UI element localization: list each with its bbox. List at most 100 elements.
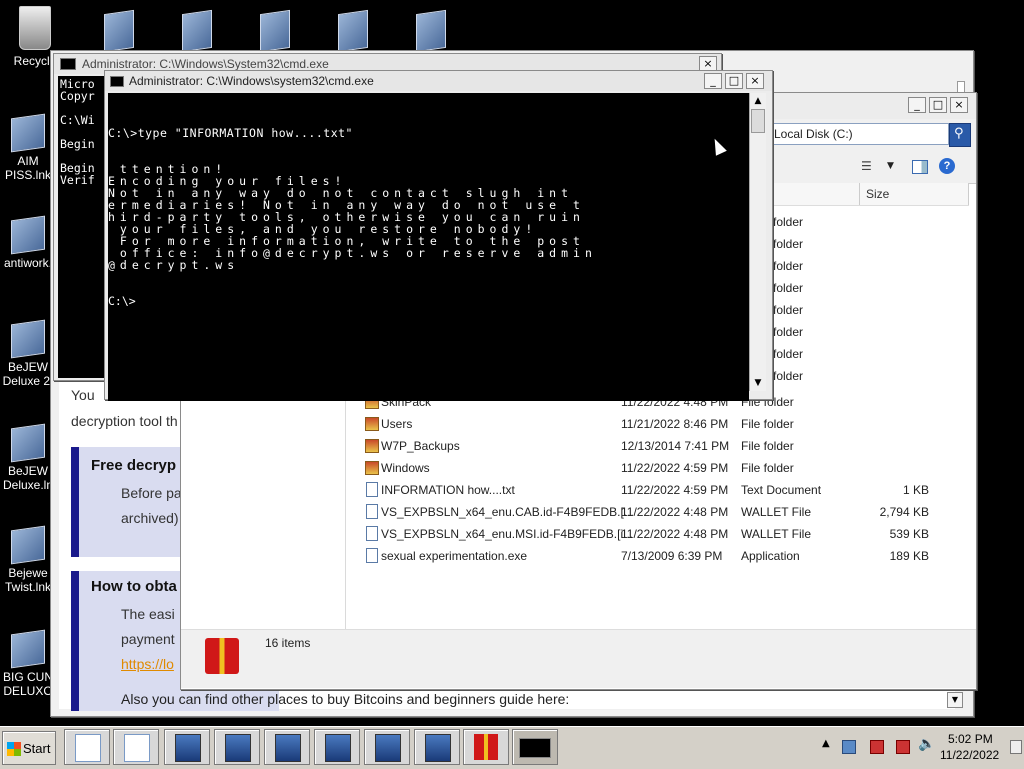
status-bar: 16 items (181, 629, 976, 688)
monitor-icon (275, 734, 301, 762)
bitcoin-link[interactable]: https://lo (121, 656, 174, 672)
cmd-front-console[interactable]: C:\>type "INFORMATION how....txt" ttenti… (108, 93, 749, 401)
start-button[interactable]: Start (2, 731, 56, 765)
column-headers: Size (771, 183, 969, 206)
file-row[interactable]: VS_EXPBSLN_x64_enu.CAB.id-F4B9FEDB.[... 1… (365, 501, 935, 523)
close-button[interactable]: × (746, 73, 764, 89)
close-button[interactable]: × (950, 97, 968, 113)
file-row[interactable]: Users 11/21/2022 8:46 PM File folder (365, 413, 935, 435)
desktop-icon-label: Bejewe Twist.lnk (4, 566, 51, 594)
file-date: 11/21/2022 8:46 PM (621, 417, 729, 431)
volume-icon[interactable]: 🔈 (918, 736, 935, 752)
flag-tray-icon[interactable] (870, 740, 884, 754)
desktop-icon-label: BeJEW Deluxe 2. (2, 360, 54, 388)
minimize-button[interactable]: _ (908, 97, 926, 113)
shortcut-icon (11, 423, 45, 463)
browser-scroll-down-button[interactable]: ▼ (947, 692, 963, 708)
section-heading: Free decryp (91, 457, 177, 474)
desktop-shortcut-antiwork[interactable]: antiwork. (0, 215, 56, 270)
show-hidden-icons-chevron-icon[interactable]: ▲ (822, 738, 830, 749)
document-icon (124, 734, 150, 762)
taskbar-app-4[interactable] (314, 729, 360, 765)
cmd-output-line: @decrypt.ws (108, 258, 240, 272)
taskbar-document-2[interactable] (113, 729, 159, 765)
minimize-button[interactable]: _ (704, 73, 722, 89)
taskbar-app-6[interactable] (414, 729, 460, 765)
file-name: VS_EXPBSLN_x64_enu.MSI.id-F4B9FEDB.[i... (381, 527, 634, 541)
nav-pane-divider (345, 393, 346, 629)
cmd-scrollbar[interactable]: ▲ ▼ (749, 93, 766, 391)
cmd-icon (110, 75, 124, 87)
taskbar-app-2[interactable] (214, 729, 260, 765)
taskbar-cmd[interactable] (512, 729, 558, 765)
item-count: 16 items (265, 636, 311, 650)
scroll-up-arrow-icon[interactable]: ▲ (750, 93, 766, 109)
file-type: File folder (741, 461, 794, 475)
file-name: Windows (381, 461, 430, 475)
view-dropdown-chevron-down-icon[interactable]: ▼ (887, 161, 894, 171)
shortcut-icon-top-4[interactable] (338, 9, 368, 53)
shortcut-icon-top-3[interactable] (260, 9, 290, 53)
shortcut-icon-top-2[interactable] (182, 9, 212, 53)
file-row[interactable]: sexual experimentation.exe 7/13/2009 6:39… (365, 545, 935, 567)
list-item-type: folder (773, 259, 804, 273)
file-size: 539 KB (889, 527, 929, 541)
maximize-button[interactable]: □ (725, 73, 743, 89)
search-button[interactable]: ⚲ (949, 123, 971, 147)
section-heading: How to obta (91, 578, 177, 595)
cmd-output: ttention! Encoding your files! Not in any … (108, 163, 749, 271)
file-row[interactable]: INFORMATION how....txt 11/22/2022 4:59 PM… (365, 479, 935, 501)
folder-icon (365, 417, 379, 431)
network-tray-icon[interactable] (842, 740, 856, 754)
shortcut-icon-top-5[interactable] (416, 9, 446, 53)
list-item-type: folder (773, 325, 804, 339)
list-item-type: folder (773, 237, 804, 251)
address-text: Local Disk (C:) (774, 127, 853, 141)
page-text-decryption: decryption tool th (71, 413, 178, 429)
size-column-header[interactable]: Size (859, 183, 969, 205)
taskbar-app-5[interactable] (364, 729, 410, 765)
gift-icon (205, 638, 239, 674)
file-type: File folder (741, 439, 794, 453)
desktop-shortcut-bejew-2[interactable]: BeJEW Deluxe 2. (0, 319, 56, 388)
file-date: 7/13/2009 6:39 PM (621, 549, 723, 563)
shortcut-icon-top-1[interactable] (104, 9, 134, 53)
view-options-icon[interactable]: ☰ (861, 159, 872, 173)
section-text: payment (121, 631, 175, 647)
clock-date[interactable]: 11/22/2022 (940, 748, 999, 762)
file-date: 11/22/2022 4:48 PM (621, 505, 729, 519)
file-type: Application (741, 549, 800, 563)
taskbar-document-1[interactable] (64, 729, 110, 765)
file-name: W7P_Backups (381, 439, 460, 453)
shortcut-icon (11, 525, 45, 565)
scroll-down-arrow-icon[interactable]: ▼ (750, 375, 766, 391)
desktop-shortcut-big-cun[interactable]: BIG CUN DELUXO (0, 629, 56, 698)
file-row[interactable]: Windows 11/22/2022 4:59 PM File folder (365, 457, 935, 479)
taskbar-app-3[interactable] (264, 729, 310, 765)
taskbar-gift[interactable] (463, 729, 509, 765)
file-row[interactable]: VS_EXPBSLN_x64_enu.MSI.id-F4B9FEDB.[i...… (365, 523, 935, 545)
file-row[interactable]: W7P_Backups 12/13/2014 7:41 PM File folder (365, 435, 935, 457)
security-tray-icon[interactable] (896, 740, 910, 754)
file-type: WALLET File (741, 527, 812, 541)
desktop-shortcut-aim[interactable]: AIM PISS.lnk (0, 113, 56, 182)
clock-time[interactable]: 5:02 PM (948, 732, 993, 746)
file-icon (366, 526, 378, 541)
file-date: 11/22/2022 4:59 PM (621, 461, 729, 475)
file-size: 189 KB (889, 549, 929, 563)
file-date: 12/13/2014 7:41 PM (621, 439, 730, 453)
address-bar[interactable]: Local Disk (C:) (771, 123, 949, 145)
help-icon[interactable]: ? (939, 158, 955, 174)
desktop-shortcut-bejewe-twist[interactable]: Bejewe Twist.lnk (0, 525, 56, 594)
maximize-button[interactable]: □ (929, 97, 947, 113)
show-desktop-button[interactable] (1010, 740, 1022, 754)
monitor-icon (375, 734, 401, 762)
monitor-icon (225, 734, 251, 762)
taskbar-app-1[interactable] (164, 729, 210, 765)
system-tray: ▲ 🔈 5:02 PM 11/22/2022 (814, 732, 1024, 762)
file-size: 2,794 KB (879, 505, 929, 519)
list-item-type: folder (773, 347, 804, 361)
desktop-shortcut-bejew-deluxe[interactable]: BeJEW Deluxe.ln (0, 423, 56, 492)
preview-pane-icon[interactable] (912, 160, 928, 174)
scroll-thumb[interactable] (751, 109, 765, 133)
